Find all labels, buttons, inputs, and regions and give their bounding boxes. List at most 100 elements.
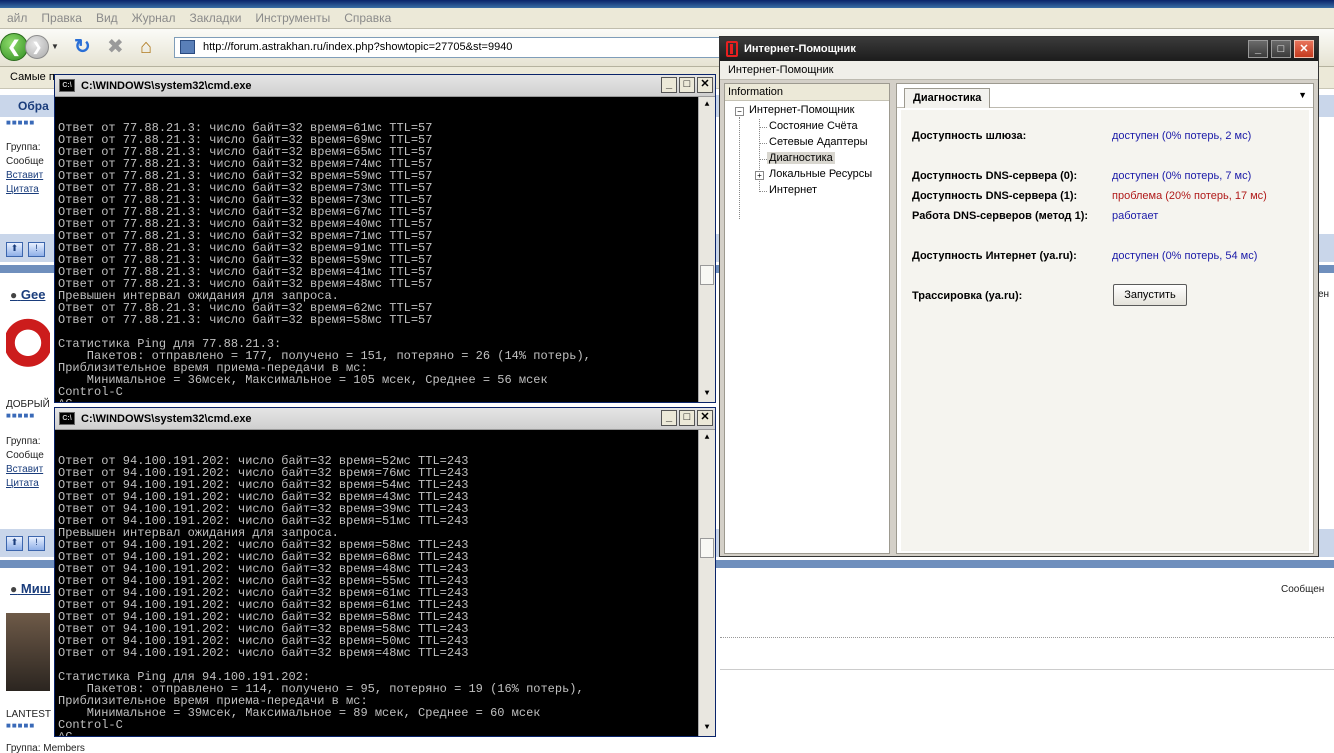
insert-link[interactable]: Вставит xyxy=(6,464,43,475)
tree-connector xyxy=(759,191,767,192)
scroll-up-icon[interactable]: ▲ xyxy=(699,97,715,113)
forward-button[interactable]: ❯ xyxy=(25,35,49,59)
scrollbar[interactable]: ▲ ▼ xyxy=(698,430,715,736)
scroll-thumb[interactable] xyxy=(700,265,714,285)
diagnostics-panel: Диагностика ▼ Доступность шлюза: доступе… xyxy=(896,83,1314,554)
console-line: ^C xyxy=(58,731,715,736)
tree-connector xyxy=(759,143,767,144)
tab-diagnostics[interactable]: Диагностика xyxy=(904,88,991,108)
reload-icon[interactable]: ↻ xyxy=(74,36,91,58)
tree-connector xyxy=(759,127,767,128)
user-avatar xyxy=(6,613,50,691)
menu-file[interactable]: айл xyxy=(0,8,34,25)
tab-menu-icon[interactable]: ▼ xyxy=(1298,90,1307,100)
scroll-thumb[interactable] xyxy=(700,538,714,558)
minimize-button[interactable]: _ xyxy=(1248,40,1268,58)
minimize-button[interactable]: _ xyxy=(661,410,677,426)
console-output[interactable]: Ответ от 94.100.191.202: число байт=32 в… xyxy=(55,430,715,736)
minimize-button[interactable]: _ xyxy=(661,77,677,93)
rank-dots: ■■■■■ xyxy=(6,411,36,420)
tree-connector xyxy=(739,117,740,219)
url-input[interactable]: http://forum.astrakhan.ru/index.php?show… xyxy=(174,37,724,58)
tree-item-local-resources[interactable]: Локальные Ресурсы xyxy=(769,168,872,180)
app-logo-icon xyxy=(726,41,738,57)
messages-label-partial: ен xyxy=(1318,289,1330,300)
tree-item-diagnostics[interactable]: Диагностика xyxy=(767,152,835,164)
panel-header: Information xyxy=(725,84,889,101)
expand-icon[interactable]: + xyxy=(755,171,764,180)
maximize-button[interactable]: □ xyxy=(679,410,695,426)
cmd-title: C:\WINDOWS\system32\cmd.exe xyxy=(81,412,252,425)
cmd-titlebar[interactable]: C:\ C:\WINDOWS\system32\cmd.exe _ □ ✕ xyxy=(55,408,715,430)
browser-menubar: айл Правка Вид Журнал Закладки Инструменты Спр… xyxy=(0,8,1334,29)
console-line: Минимальное = 39мсек, Максимальное = 89 … xyxy=(58,706,541,720)
dns-method-status: работает xyxy=(1112,210,1159,222)
console-icon: C:\ xyxy=(59,412,75,425)
close-button[interactable]: ✕ xyxy=(1294,40,1314,58)
tree-item-internet[interactable]: Интернет xyxy=(769,184,817,196)
quote-link[interactable]: Цитата xyxy=(6,478,39,489)
user-icon: ● xyxy=(10,582,18,596)
user-avatar xyxy=(6,318,50,380)
username-link[interactable]: ● Миш xyxy=(10,581,51,596)
tree-connector xyxy=(759,159,767,160)
dns1-label: Доступность DNS-сервера (1): xyxy=(912,190,1078,202)
run-trace-button[interactable]: Запустить xyxy=(1113,284,1187,306)
helper-titlebar[interactable]: Интернет-Помощник _ □ ✕ xyxy=(720,37,1318,61)
back-button[interactable]: ❮ xyxy=(0,33,28,61)
menu-help[interactable]: Справка xyxy=(337,8,398,25)
internet-helper-window[interactable]: Интернет-Помощник _ □ ✕ Интернет-Помощни… xyxy=(719,36,1319,557)
desktop: айл Правка Вид Журнал Закладки Инструменты Спр… xyxy=(0,0,1334,753)
group-label: Группа: Members xyxy=(6,743,85,753)
username-link[interactable]: ● Gee xyxy=(10,287,45,302)
scroll-down-icon[interactable]: ▼ xyxy=(699,386,715,402)
cmd-titlebar[interactable]: C:\ C:\WINDOWS\system32\cmd.exe _ □ ✕ xyxy=(55,75,715,97)
messages-label: Сообще xyxy=(6,156,44,167)
scrollbar[interactable]: ▲ ▼ xyxy=(698,97,715,402)
report-button[interactable]: ! xyxy=(28,242,45,257)
tree-item-network-adapters[interactable]: Сетевые Адаптеры xyxy=(769,136,868,148)
site-favicon-icon xyxy=(180,40,195,54)
scroll-top-button[interactable]: ⬆ xyxy=(6,242,23,257)
quote-link[interactable]: Цитата xyxy=(6,184,39,195)
menu-internet-helper[interactable]: Интернет-Помощник xyxy=(728,64,833,76)
scroll-up-icon[interactable]: ▲ xyxy=(699,430,715,446)
scroll-down-icon[interactable]: ▼ xyxy=(699,720,715,736)
report-button[interactable]: ! xyxy=(28,536,45,551)
helper-menubar: Интернет-Помощник xyxy=(720,61,1318,80)
menu-view[interactable]: Вид xyxy=(89,8,125,25)
diagnostics-content: Доступность шлюза: доступен (0% потерь, … xyxy=(901,110,1309,551)
tab-strip: Диагностика ▼ xyxy=(897,84,1313,108)
scroll-top-button[interactable]: ⬆ xyxy=(6,536,23,551)
bookmark-most-visited[interactable]: Самые п xyxy=(10,71,55,83)
menu-bookmarks[interactable]: Закладки xyxy=(182,8,248,25)
user-icon: ● xyxy=(10,288,18,302)
menu-history[interactable]: Журнал xyxy=(125,8,183,25)
url-text: http://forum.astrakhan.ru/index.php?show… xyxy=(203,41,513,53)
console-output[interactable]: Ответ от 77.88.21.3: число байт=32 время… xyxy=(55,97,715,402)
internet-status: доступен (0% потерь, 54 мс) xyxy=(1112,250,1258,262)
menu-tools[interactable]: Инструменты xyxy=(248,8,337,25)
maximize-button[interactable]: □ xyxy=(1271,40,1291,58)
insert-link[interactable]: Вставит xyxy=(6,170,43,181)
maximize-button[interactable]: □ xyxy=(679,77,695,93)
username-label: LANTEST xyxy=(6,709,52,720)
gateway-label: Доступность шлюза: xyxy=(912,130,1027,142)
close-button[interactable]: ✕ xyxy=(697,77,713,93)
stop-icon[interactable]: ✖ xyxy=(107,36,124,58)
history-dropdown-icon[interactable]: ▼ xyxy=(51,42,59,51)
gateway-status: доступен (0% потерь, 2 мс) xyxy=(1112,130,1252,142)
cmd-window-1[interactable]: C:\ C:\WINDOWS\system32\cmd.exe _ □ ✕ От… xyxy=(54,74,716,403)
menu-edit[interactable]: Правка xyxy=(34,8,89,25)
tree-root[interactable]: Интернет-Помощник xyxy=(749,104,854,116)
group-label: Группа: xyxy=(6,142,41,153)
cmd-window-2[interactable]: C:\ C:\WINDOWS\system32\cmd.exe _ □ ✕ От… xyxy=(54,407,716,737)
tree-item-account-status[interactable]: Состояние Счёта xyxy=(769,120,858,132)
post-title: Обра xyxy=(18,99,49,113)
dns-method-label: Работа DNS-серверов (метод 1): xyxy=(912,210,1089,222)
rank-dots: ■■■■■ xyxy=(6,721,36,730)
collapse-icon[interactable]: − xyxy=(735,107,744,116)
home-icon[interactable]: ⌂ xyxy=(140,36,152,58)
arrow-left-icon: ❮ xyxy=(7,39,21,56)
close-button[interactable]: ✕ xyxy=(697,410,713,426)
